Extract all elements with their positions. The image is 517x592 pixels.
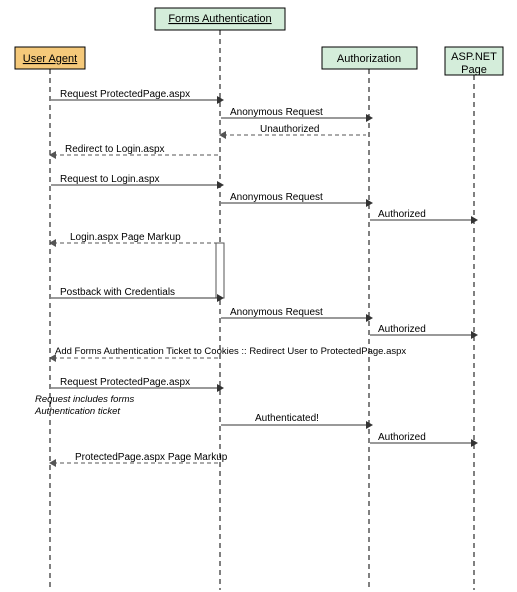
actor-aspnet-label1: ASP.NET xyxy=(451,51,497,63)
diagram-title: Forms Authentication xyxy=(168,13,271,25)
sequence-diagram: Forms Authentication User Agent Authoriz… xyxy=(0,0,517,592)
diagram-svg: Forms Authentication User Agent Authoriz… xyxy=(0,0,517,592)
msg10-label: Anonymous Request xyxy=(230,307,323,318)
actor-aspnet-label2: Page xyxy=(461,64,487,76)
msg9-label: Postback with Credentials xyxy=(60,287,175,298)
note-label1: Request includes forms xyxy=(35,394,135,405)
msg15-label: Authorized xyxy=(378,432,426,443)
msg16-label: ProtectedPage.aspx Page Markup xyxy=(75,452,228,463)
actor-user-label: User Agent xyxy=(23,53,77,65)
note-label2: Authentication ticket xyxy=(34,406,120,417)
msg6-label: Anonymous Request xyxy=(230,192,323,203)
msg1-label: Request ProtectedPage.aspx xyxy=(60,89,190,100)
actor-auth-label: Authorization xyxy=(337,53,401,65)
msg3-label: Unauthorized xyxy=(260,124,319,135)
msg11-label: Authorized xyxy=(378,324,426,335)
msg12-label: Add Forms Authentication Ticket to Cooki… xyxy=(55,346,406,357)
msg5-label: Request to Login.aspx xyxy=(60,174,160,185)
msg14-label: Authenticated! xyxy=(255,413,319,424)
msg8-label: Login.aspx Page Markup xyxy=(70,232,181,243)
msg4-label: Redirect to Login.aspx xyxy=(65,144,165,155)
msg2-label: Anonymous Request xyxy=(230,107,323,118)
msg7-label: Authorized xyxy=(378,209,426,220)
msg13-label: Request ProtectedPage.aspx xyxy=(60,377,190,388)
